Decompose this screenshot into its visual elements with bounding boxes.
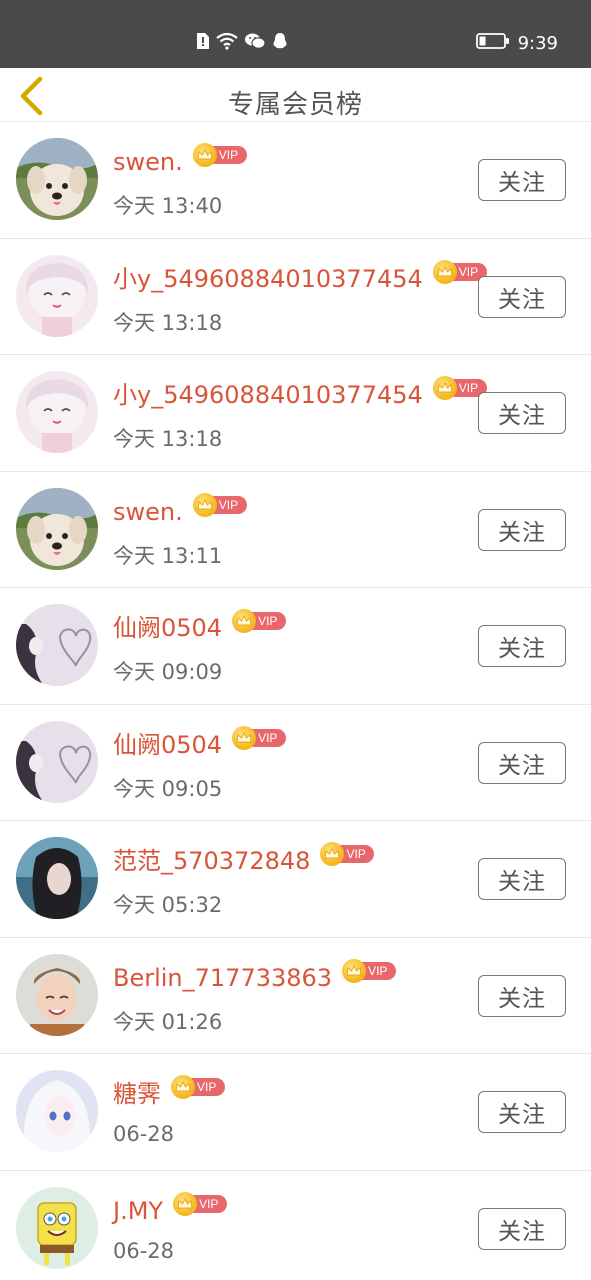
name-line: 糖霁 VIP [113, 1075, 225, 1109]
member-time: 今天 09:09 [113, 660, 223, 684]
name-line: 小y_54960884010377454 VIP [113, 376, 487, 410]
member-name[interactable]: swen. [113, 497, 183, 527]
name-line: swen. VIP [113, 492, 247, 527]
name-line: Berlin_717733863 VIP [113, 958, 397, 993]
member-time: 今天 05:32 [113, 893, 223, 917]
follow-button[interactable]: 关注 [478, 508, 566, 551]
follow-button[interactable]: 关注 [478, 392, 566, 434]
page-title: 专属会员榜 [227, 90, 363, 120]
name-line: 仙阙0504 VIP [113, 609, 287, 643]
crown-icon [232, 609, 257, 633]
member-row-6[interactable]: 仙阙0504 VIP 今天 09:05 关注 [0, 704, 591, 821]
vip-badge: VIP [320, 842, 375, 866]
member-row-9[interactable]: 糖霁 VIP 06-28 关注 [0, 1054, 591, 1171]
crown-icon [192, 492, 217, 517]
name-line: J.MY VIP [113, 1191, 228, 1226]
vip-badge: VIP [171, 1075, 225, 1099]
member-name[interactable]: 仙阙0504 [113, 730, 222, 760]
crown-icon [171, 1075, 195, 1099]
member-name[interactable]: 小y_54960884010377454 [113, 380, 423, 410]
name-line: 范范_570372848 VIP [113, 842, 375, 876]
alert-icon [196, 32, 210, 54]
follow-button[interactable]: 关注 [478, 625, 566, 667]
wechat-icon [244, 32, 266, 54]
member-time: 06-28 [113, 1238, 175, 1263]
crown-icon [432, 376, 457, 400]
crown-icon [232, 725, 257, 750]
member-row-10[interactable]: J.MY VIP 06-28 关注 [0, 1170, 591, 1280]
vip-badge: VIP [173, 1191, 228, 1216]
member-row-8[interactable]: Berlin_717733863 VIP 今天 01:26 关注 [0, 937, 591, 1054]
crown-icon [173, 1191, 198, 1216]
member-name[interactable]: 小y_54960884010377454 [113, 264, 423, 294]
follow-button[interactable]: 关注 [478, 858, 566, 900]
crown-icon [432, 259, 457, 284]
anime-girl-avatar[interactable] [16, 371, 98, 453]
crown-icon [192, 143, 217, 167]
member-name[interactable]: Berlin_717733863 [113, 963, 332, 993]
member-time: 06-28 [113, 1122, 175, 1146]
heart-drawing-avatar[interactable] [16, 604, 98, 686]
member-row-7[interactable]: 范范_570372848 VIP 今天 05:32 关注 [0, 821, 591, 938]
name-line: swen. VIP [113, 143, 247, 177]
spongebob-avatar[interactable] [16, 1186, 98, 1269]
name-line: 仙阙0504 VIP [113, 725, 287, 760]
status-bar: 9:39 [0, 0, 591, 68]
member-row-3[interactable]: 小y_54960884010377454 VIP 今天 13:18 关注 [0, 355, 591, 472]
title-bar: 专属会员榜 [0, 68, 591, 122]
member-time: 今天 13:11 [113, 543, 223, 568]
member-row-5[interactable]: 仙阙0504 VIP 今天 09:09 关注 [0, 588, 591, 705]
member-name[interactable]: 糖霁 [113, 1079, 161, 1109]
member-list: swen. VIP 今天 13:40 关注 小y_549608840103774… [0, 122, 591, 1280]
status-icons [196, 32, 288, 54]
member-time: 今天 01:26 [113, 1009, 223, 1034]
wifi-icon [216, 32, 238, 54]
crown-icon [342, 958, 367, 983]
girl-portrait-avatar[interactable] [16, 837, 98, 919]
follow-button[interactable]: 关注 [478, 1091, 566, 1133]
status-right: 9:39 [475, 32, 558, 54]
follow-button[interactable]: 关注 [478, 741, 566, 784]
vip-badge: VIP [232, 609, 287, 633]
member-row-4[interactable]: swen. VIP 今天 13:11 关注 [0, 471, 591, 588]
name-line: 小y_54960884010377454 VIP [113, 259, 487, 294]
member-name[interactable]: 范范_570372848 [113, 846, 310, 876]
follow-button[interactable]: 关注 [478, 974, 566, 1017]
vip-badge: VIP [342, 958, 397, 983]
member-name[interactable]: swen. [113, 147, 183, 177]
qq-icon [272, 32, 288, 54]
member-time: 今天 13:18 [113, 310, 223, 335]
vip-badge: VIP [192, 143, 247, 167]
follow-button[interactable]: 关注 [478, 159, 566, 201]
smiling-person-avatar[interactable] [16, 953, 98, 1036]
follow-button[interactable]: 关注 [478, 275, 566, 318]
puppy-avatar[interactable] [16, 487, 98, 570]
battery-icon [475, 32, 510, 54]
vip-badge: VIP [192, 492, 247, 517]
anime-girl-avatar[interactable] [16, 254, 98, 337]
member-row-2[interactable]: 小y_54960884010377454 VIP 今天 13:18 关注 [0, 238, 591, 355]
puppy-avatar[interactable] [16, 138, 98, 220]
vip-badge: VIP [232, 725, 287, 750]
member-time: 今天 13:18 [113, 427, 223, 451]
member-time: 今天 13:40 [113, 194, 223, 218]
white-hair-anime-avatar[interactable] [16, 1070, 98, 1152]
member-name[interactable]: 仙阙0504 [113, 613, 222, 643]
follow-button[interactable]: 关注 [478, 1207, 566, 1250]
heart-drawing-avatar[interactable] [16, 720, 98, 803]
member-time: 今天 09:05 [113, 776, 223, 801]
member-name[interactable]: J.MY [113, 1196, 163, 1226]
member-row-1[interactable]: swen. VIP 今天 13:40 关注 [0, 122, 591, 239]
clock: 9:39 [517, 32, 558, 54]
